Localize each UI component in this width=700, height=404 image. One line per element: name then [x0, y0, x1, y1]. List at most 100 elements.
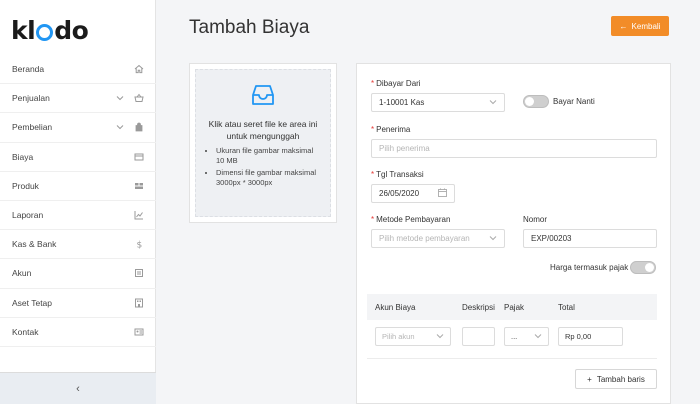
svg-text:$: $: [137, 241, 143, 250]
sidebar-item-penjualan[interactable]: Penjualan: [0, 84, 156, 114]
required-mark: *: [371, 170, 375, 179]
tax-value: ...: [511, 332, 518, 341]
recipient-label-text: Penerima: [376, 125, 411, 134]
sidebar-item-label: Akun: [12, 268, 32, 279]
transaction-date-value: 26/05/2020: [379, 189, 420, 198]
sidebar-item-label: Biaya: [12, 151, 34, 162]
arrow-left-icon: ←: [619, 21, 628, 31]
expense-account-placeholder: Pilih akun: [382, 332, 415, 341]
transaction-date-label: * Tgl Transaksi: [371, 170, 424, 179]
sidebar: kl do Beranda Penjualan Pembelian Biaya …: [0, 0, 156, 404]
back-button[interactable]: ← Kembali: [611, 16, 669, 36]
bag-icon: [134, 122, 144, 132]
kledo-logo[interactable]: kl do: [11, 15, 89, 45]
add-row-label: Tambah baris: [596, 374, 645, 384]
back-button-label: Kembali: [631, 21, 661, 31]
tax-select[interactable]: ...: [504, 327, 549, 346]
contact-icon: [134, 327, 144, 337]
dollar-icon: $: [134, 239, 144, 250]
chevron-down-icon: [489, 235, 497, 243]
tax-inclusive-label: Harga termasuk pajak: [550, 263, 629, 272]
chevron-down-icon: [534, 332, 542, 341]
col-description: Deskripsi: [462, 302, 495, 312]
tax-inclusive-toggle[interactable]: [630, 261, 656, 274]
sidebar-item-kontak[interactable]: Kontak: [0, 318, 156, 347]
pay-later-toggle[interactable]: [523, 95, 549, 108]
payment-method-label: * Metode Pembayaran: [371, 215, 450, 224]
sidebar-item-label: Beranda: [12, 64, 45, 75]
home-icon: [134, 64, 144, 74]
number-label: Nomor: [523, 215, 548, 224]
logo-e-ring: [36, 23, 54, 41]
required-mark: *: [371, 125, 375, 134]
logo-text-prefix: kl: [11, 15, 36, 45]
logo-text-suffix: do: [54, 15, 89, 45]
expense-account-select[interactable]: Pilih akun: [375, 327, 451, 346]
number-input[interactable]: EXP/00203: [523, 229, 657, 248]
pay-later-label: Bayar Nanti: [553, 97, 595, 106]
building-icon: [134, 298, 144, 308]
paid-from-label: * Dibayar Dari: [371, 79, 421, 88]
list-icon: [134, 268, 144, 278]
total-value: Rp 0,00: [565, 332, 592, 341]
sidebar-collapse-button[interactable]: ‹: [0, 372, 156, 404]
sidebar-item-akun[interactable]: Akun: [0, 259, 156, 289]
chevron-down-icon: [436, 332, 444, 341]
col-total: Total: [558, 302, 575, 312]
plus-icon: +: [587, 374, 592, 384]
sidebar-item-aset-tetap[interactable]: Aset Tetap: [0, 289, 156, 318]
inbox-icon: [206, 84, 320, 106]
chevron-down-icon: [489, 99, 497, 107]
card-icon: [134, 152, 144, 162]
box-icon: [134, 181, 144, 191]
paid-from-value: 1-10001 Kas: [379, 98, 425, 107]
sidebar-item-label: Aset Tetap: [12, 297, 53, 308]
chevron-left-icon: ‹: [76, 382, 80, 395]
calendar-icon: [438, 188, 447, 199]
upload-notes: Ukuran file gambar maksimal 10 MB Dimens…: [206, 146, 320, 188]
number-value: EXP/00203: [531, 234, 572, 243]
basket-icon: [134, 93, 144, 103]
col-tax: Pajak: [504, 302, 525, 312]
table-divider: [367, 358, 657, 359]
sidebar-item-label: Penjualan: [12, 93, 50, 104]
recipient-select[interactable]: Pilih penerima: [371, 139, 657, 158]
chart-icon: [134, 210, 144, 220]
payment-method-placeholder: Pilih metode pembayaran: [379, 234, 470, 243]
sidebar-item-beranda[interactable]: Beranda: [0, 55, 156, 85]
sidebar-item-pembelian[interactable]: Pembelian: [0, 113, 156, 143]
sidebar-nav: Beranda Penjualan Pembelian Biaya Produk…: [0, 55, 156, 347]
recipient-label: * Penerima: [371, 125, 410, 134]
total-input[interactable]: Rp 0,00: [558, 327, 623, 346]
main-content: Tambah Biaya ← Kembali Klik atau seret f…: [156, 0, 700, 404]
sidebar-item-kas-bank[interactable]: Kas & Bank $: [0, 230, 156, 260]
recipient-placeholder: Pilih penerima: [379, 144, 430, 153]
required-mark: *: [371, 215, 375, 224]
sidebar-item-laporan[interactable]: Laporan: [0, 201, 156, 231]
sidebar-item-label: Kontak: [12, 326, 39, 337]
chevron-down-icon: [116, 123, 124, 132]
add-row-button[interactable]: + Tambah baris: [575, 369, 657, 389]
sidebar-item-label: Laporan: [12, 210, 44, 221]
upload-title: Klik atau seret file ke area ini untuk m…: [208, 119, 318, 141]
paid-from-label-text: Dibayar Dari: [376, 79, 421, 88]
sidebar-item-biaya[interactable]: Biaya: [0, 143, 156, 172]
expense-table-header: Akun Biaya Deskripsi Pajak Total: [367, 294, 657, 320]
upload-card: Klik atau seret file ke area ini untuk m…: [189, 63, 337, 223]
required-mark: *: [371, 79, 375, 88]
sidebar-item-produk[interactable]: Produk: [0, 172, 156, 201]
sidebar-item-label: Pembelian: [12, 122, 53, 133]
sidebar-item-label: Kas & Bank: [12, 239, 57, 250]
col-account: Akun Biaya: [375, 302, 416, 312]
paid-from-select[interactable]: 1-10001 Kas: [371, 93, 505, 112]
payment-method-label-text: Metode Pembayaran: [376, 215, 451, 224]
sidebar-item-label: Produk: [12, 180, 39, 191]
transaction-date-label-text: Tgl Transaksi: [376, 170, 424, 179]
description-input[interactable]: [462, 327, 495, 346]
upload-note: Dimensi file gambar maksimal 3000px * 30…: [216, 168, 320, 188]
payment-method-select[interactable]: Pilih metode pembayaran: [371, 229, 505, 248]
file-dropzone[interactable]: Klik atau seret file ke area ini untuk m…: [195, 69, 331, 217]
page-title: Tambah Biaya: [189, 17, 310, 38]
upload-note: Ukuran file gambar maksimal 10 MB: [216, 146, 320, 166]
transaction-date-input[interactable]: 26/05/2020: [371, 184, 455, 203]
